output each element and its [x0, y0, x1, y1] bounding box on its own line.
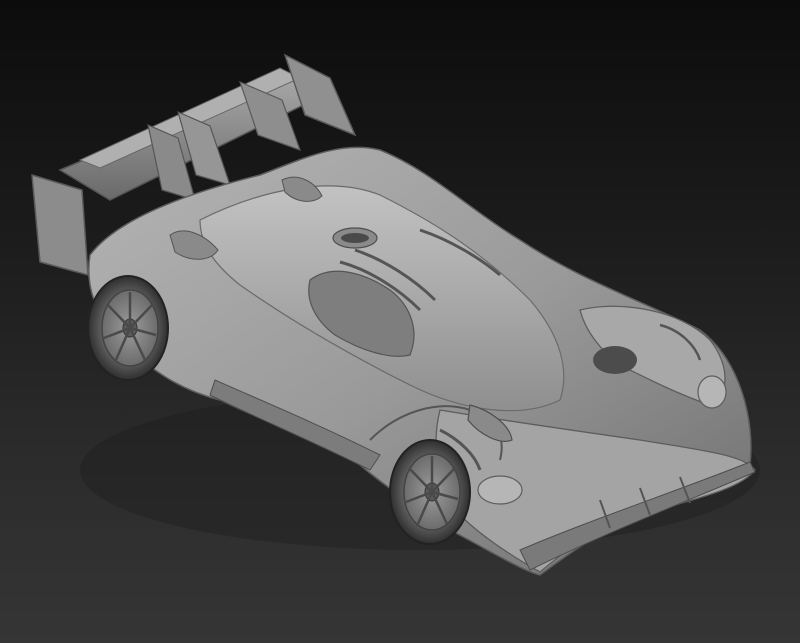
front-duct	[593, 346, 637, 374]
rear-wheel	[87, 275, 169, 381]
headlight	[477, 475, 523, 505]
viewport	[0, 0, 800, 643]
car-render	[31, 53, 760, 576]
front-wheel	[389, 439, 471, 545]
